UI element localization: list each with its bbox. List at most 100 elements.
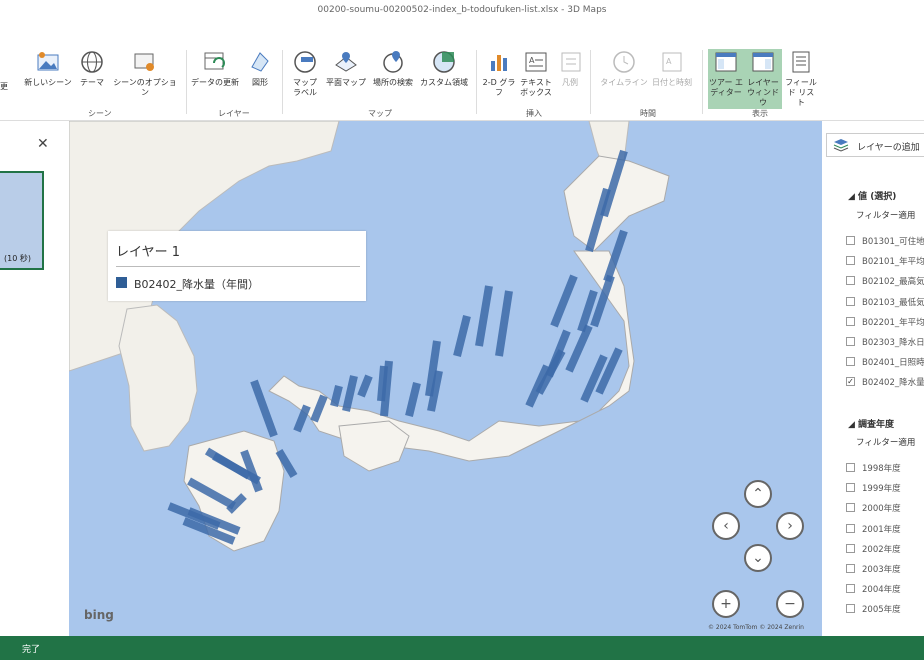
zoom-in-button[interactable]: + (712, 590, 740, 618)
rotate-left-button[interactable]: ‹ (712, 512, 740, 540)
text-box-button[interactable]: A テキスト ボックス (518, 49, 554, 98)
value-checkbox[interactable] (846, 357, 855, 367)
value-filter-label: フィルター適用 (856, 211, 916, 221)
precipitation-bar[interactable] (495, 290, 513, 357)
tilt-up-button[interactable]: ⌃ (744, 480, 772, 508)
precipitation-bar[interactable] (342, 375, 358, 412)
timeline-button[interactable]: タイムライン (598, 49, 650, 88)
value-checkbox[interactable] (846, 316, 855, 326)
zoom-out-button[interactable]: − (776, 590, 804, 618)
precipitation-bar[interactable] (550, 274, 578, 328)
ribbon-button-partial[interactable]: 更 (0, 82, 8, 92)
find-location-button[interactable]: 場所の検索 (368, 49, 418, 88)
add-layer-label: レイヤーの追加 (857, 143, 920, 153)
value-checkbox[interactable] (846, 236, 855, 245)
new-scene-icon (37, 52, 59, 71)
value-checkbox-label: B02101_年平均 (862, 257, 924, 268)
year-checkbox-label: 2002年度 (862, 544, 901, 555)
value-checkbox-label: B02303_降水日 (862, 338, 924, 348)
year-section-header[interactable]: ◢ 調査年度 (848, 417, 894, 430)
theme-button[interactable]: テーマ (78, 49, 106, 88)
precipitation-bar[interactable] (405, 382, 421, 417)
ribbon: 更 新しいシーン テーマ シーンのオプション シーン データの更新 図形 レイヤ… (0, 42, 924, 121)
globe-icon (81, 51, 103, 73)
bing-logo: bing (84, 608, 114, 622)
year-checkbox-label: 1998年度 (862, 464, 901, 474)
scene-options-icon (134, 53, 154, 71)
layer-pane-button[interactable]: レイヤー ウィンドウ (744, 49, 782, 109)
map-labels-icon (294, 51, 316, 73)
tilt-down-button[interactable]: ⌄ (744, 544, 772, 572)
precipitation-bar[interactable] (377, 365, 388, 402)
precipitation-bar[interactable] (475, 285, 493, 347)
window-title: 00200-soumu-00200502-index_b-todoufuken-… (317, 5, 607, 15)
scene-thumbnail[interactable]: (10 秒) (0, 171, 44, 270)
new-scene-button[interactable]: 新しいシーン (24, 49, 72, 88)
map-copyright: © 2024 TomTom © 2024 Zenrin (708, 624, 804, 631)
value-checkbox[interactable] (846, 256, 855, 266)
legend-button[interactable]: 凡例 (558, 49, 582, 88)
year-checkbox[interactable] (846, 584, 855, 594)
status-text: 完了 (22, 645, 41, 655)
field-list-icon (792, 51, 810, 73)
year-checkbox[interactable] (846, 483, 855, 493)
year-checkbox[interactable] (846, 503, 855, 513)
legend-icon (561, 52, 581, 72)
tour-editor-button[interactable]: ツアー エディター (708, 49, 744, 109)
value-checkbox-label: B02401_日照時 (862, 358, 924, 369)
status-bar: 完了 (0, 636, 924, 660)
year-filter-label: フィルター適用 (856, 438, 916, 448)
precipitation-bar[interactable] (453, 315, 471, 357)
value-checkbox[interactable]: ✓ (846, 377, 855, 387)
year-checkbox[interactable] (846, 604, 855, 614)
value-checkbox[interactable] (846, 337, 855, 346)
find-location-icon (383, 51, 403, 73)
scene-duration: (10 秒) (4, 254, 31, 263)
precipitation-bar[interactable] (357, 374, 373, 398)
year-checkbox[interactable] (846, 543, 855, 553)
group-divider (282, 50, 283, 114)
shikoku-landmass (338, 420, 410, 472)
map-canvas[interactable] (69, 121, 822, 636)
date-time-button[interactable]: A 日付と時刻 (648, 49, 696, 88)
year-checkbox[interactable] (846, 564, 855, 573)
shape-icon (251, 52, 269, 72)
refresh-data-button[interactable]: データの更新 (190, 49, 240, 88)
year-checkbox-label: 2005年度 (862, 605, 901, 616)
flat-map-icon (335, 52, 357, 72)
map-labels-button[interactable]: マップ ラベル (288, 49, 322, 98)
precipitation-bar[interactable] (330, 385, 343, 407)
clock-icon (613, 51, 635, 73)
precipitation-bar[interactable] (565, 324, 593, 373)
year-checkbox-label: 2001年度 (862, 524, 901, 535)
field-list-button[interactable]: フィールド リスト (784, 49, 818, 108)
close-icon[interactable]: ✕ (37, 136, 49, 152)
precipitation-bar[interactable] (293, 404, 311, 433)
group-divider (476, 50, 477, 114)
chevron-right-icon: › (787, 518, 793, 534)
value-checkbox-label: B02402_降水量 (862, 378, 924, 389)
scene-options-button[interactable]: シーンのオプション (110, 49, 180, 98)
year-checkbox[interactable] (846, 463, 855, 472)
precipitation-bar[interactable] (580, 354, 608, 403)
flat-map-button[interactable]: 平面マップ (324, 49, 368, 88)
group-label-scene: シーン (88, 109, 112, 118)
year-checkbox[interactable] (846, 523, 855, 533)
bar-chart-icon (491, 55, 507, 71)
value-section-header[interactable]: ◢ 値 (選択) (848, 189, 896, 202)
shape-button[interactable]: 図形 (246, 49, 274, 88)
map-legend[interactable]: レイヤー 1 B02402_降水量（年間） (108, 231, 366, 301)
year-checkbox-label: 2003年度 (862, 565, 901, 575)
add-layer-button[interactable]: レイヤーの追加 (826, 133, 924, 157)
minus-icon: − (784, 596, 796, 612)
value-checkbox-label: B01301_可住地 (862, 237, 924, 247)
rotate-right-button[interactable]: › (776, 512, 804, 540)
group-divider (186, 50, 187, 114)
value-checkbox[interactable] (846, 296, 855, 306)
custom-regions-button[interactable]: カスタム領域 (418, 49, 470, 88)
value-checkbox-label: B02201_年平均 (862, 317, 924, 328)
value-checkbox[interactable] (846, 276, 855, 286)
year-checkbox-label: 2004年度 (862, 585, 901, 596)
refresh-data-icon (204, 52, 225, 70)
2d-chart-button[interactable]: 2-D グラフ (482, 49, 516, 98)
